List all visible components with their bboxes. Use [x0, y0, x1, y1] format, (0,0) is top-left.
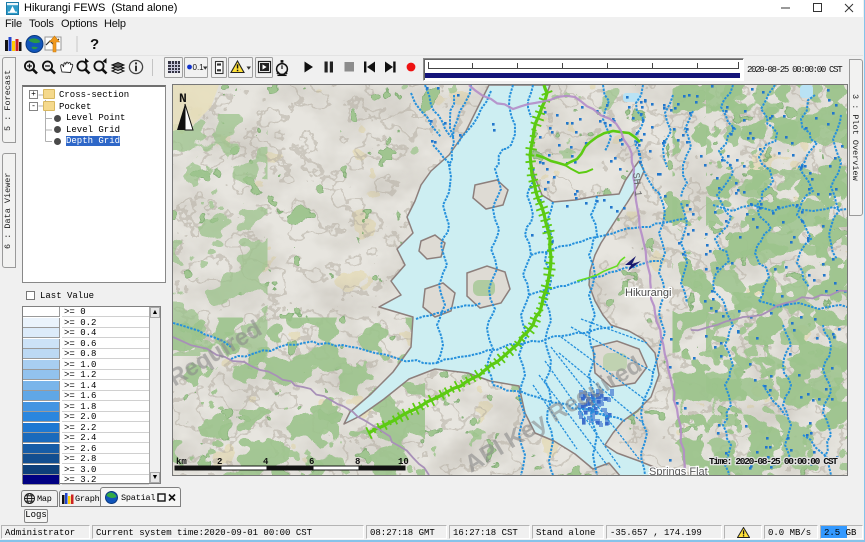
- svg-text:?: ?: [90, 36, 99, 53]
- svg-text:N: N: [179, 91, 187, 106]
- svg-text:Time: 2020-08-25 00:00:00 CST: Time: 2020-08-25 00:00:00 CST: [709, 456, 838, 467]
- svg-text:0.1: 0.1: [193, 63, 205, 72]
- svg-text:Hikurangi: Hikurangi: [625, 287, 671, 299]
- svg-text:Springs Flat: Springs Flat: [649, 466, 708, 475]
